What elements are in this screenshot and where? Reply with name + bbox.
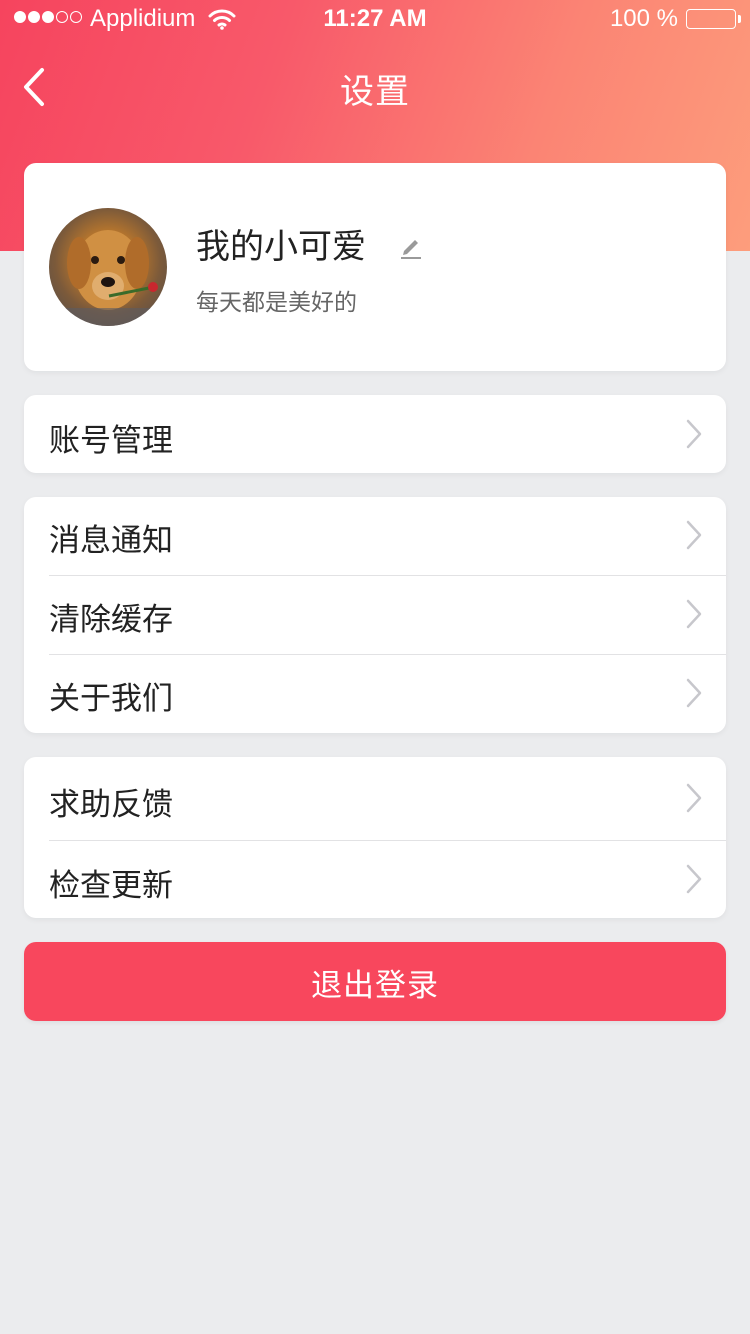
profile-motto: 每天都是美好的 [196,290,357,316]
chevron-right-icon [686,419,702,449]
chevron-right-icon [686,678,702,708]
battery-icon [686,9,741,29]
settings-group-support: 求助反馈 检查更新 [24,757,726,918]
profile-name: 我的小可爱 [196,227,366,267]
menu-item-feedback[interactable]: 求助反馈 [24,757,726,840]
status-bar: Applidium 11:27 AM 100 % [0,0,750,40]
chevron-right-icon [686,864,702,894]
menu-item-label: 清除缓存 [49,602,173,638]
menu-item-label: 检查更新 [49,868,173,904]
avatar[interactable] [49,208,167,326]
menu-item-label: 消息通知 [49,523,173,559]
menu-item-about-us[interactable]: 关于我们 [24,655,726,733]
chevron-right-icon [686,783,702,813]
menu-item-clear-cache[interactable]: 清除缓存 [24,576,726,654]
page-title: 设置 [340,72,410,112]
menu-item-label: 关于我们 [49,681,173,717]
menu-item-label: 求助反馈 [49,787,173,823]
menu-item-check-update[interactable]: 检查更新 [24,841,726,918]
menu-item-account-management[interactable]: 账号管理 [24,395,726,473]
settings-group-account: 账号管理 [24,395,726,473]
logout-label: 退出登录 [311,968,439,1004]
pencil-icon[interactable] [398,233,424,259]
logout-button[interactable]: 退出登录 [24,942,726,1021]
profile-card[interactable]: 我的小可爱 每天都是美好的 [24,163,726,371]
chevron-right-icon [686,520,702,550]
menu-item-notifications[interactable]: 消息通知 [24,497,726,575]
chevron-right-icon [686,599,702,629]
menu-item-label: 账号管理 [49,423,173,459]
settings-group-general: 消息通知 清除缓存 关于我们 [24,497,726,733]
battery-percentage: 100 % [609,5,678,32]
